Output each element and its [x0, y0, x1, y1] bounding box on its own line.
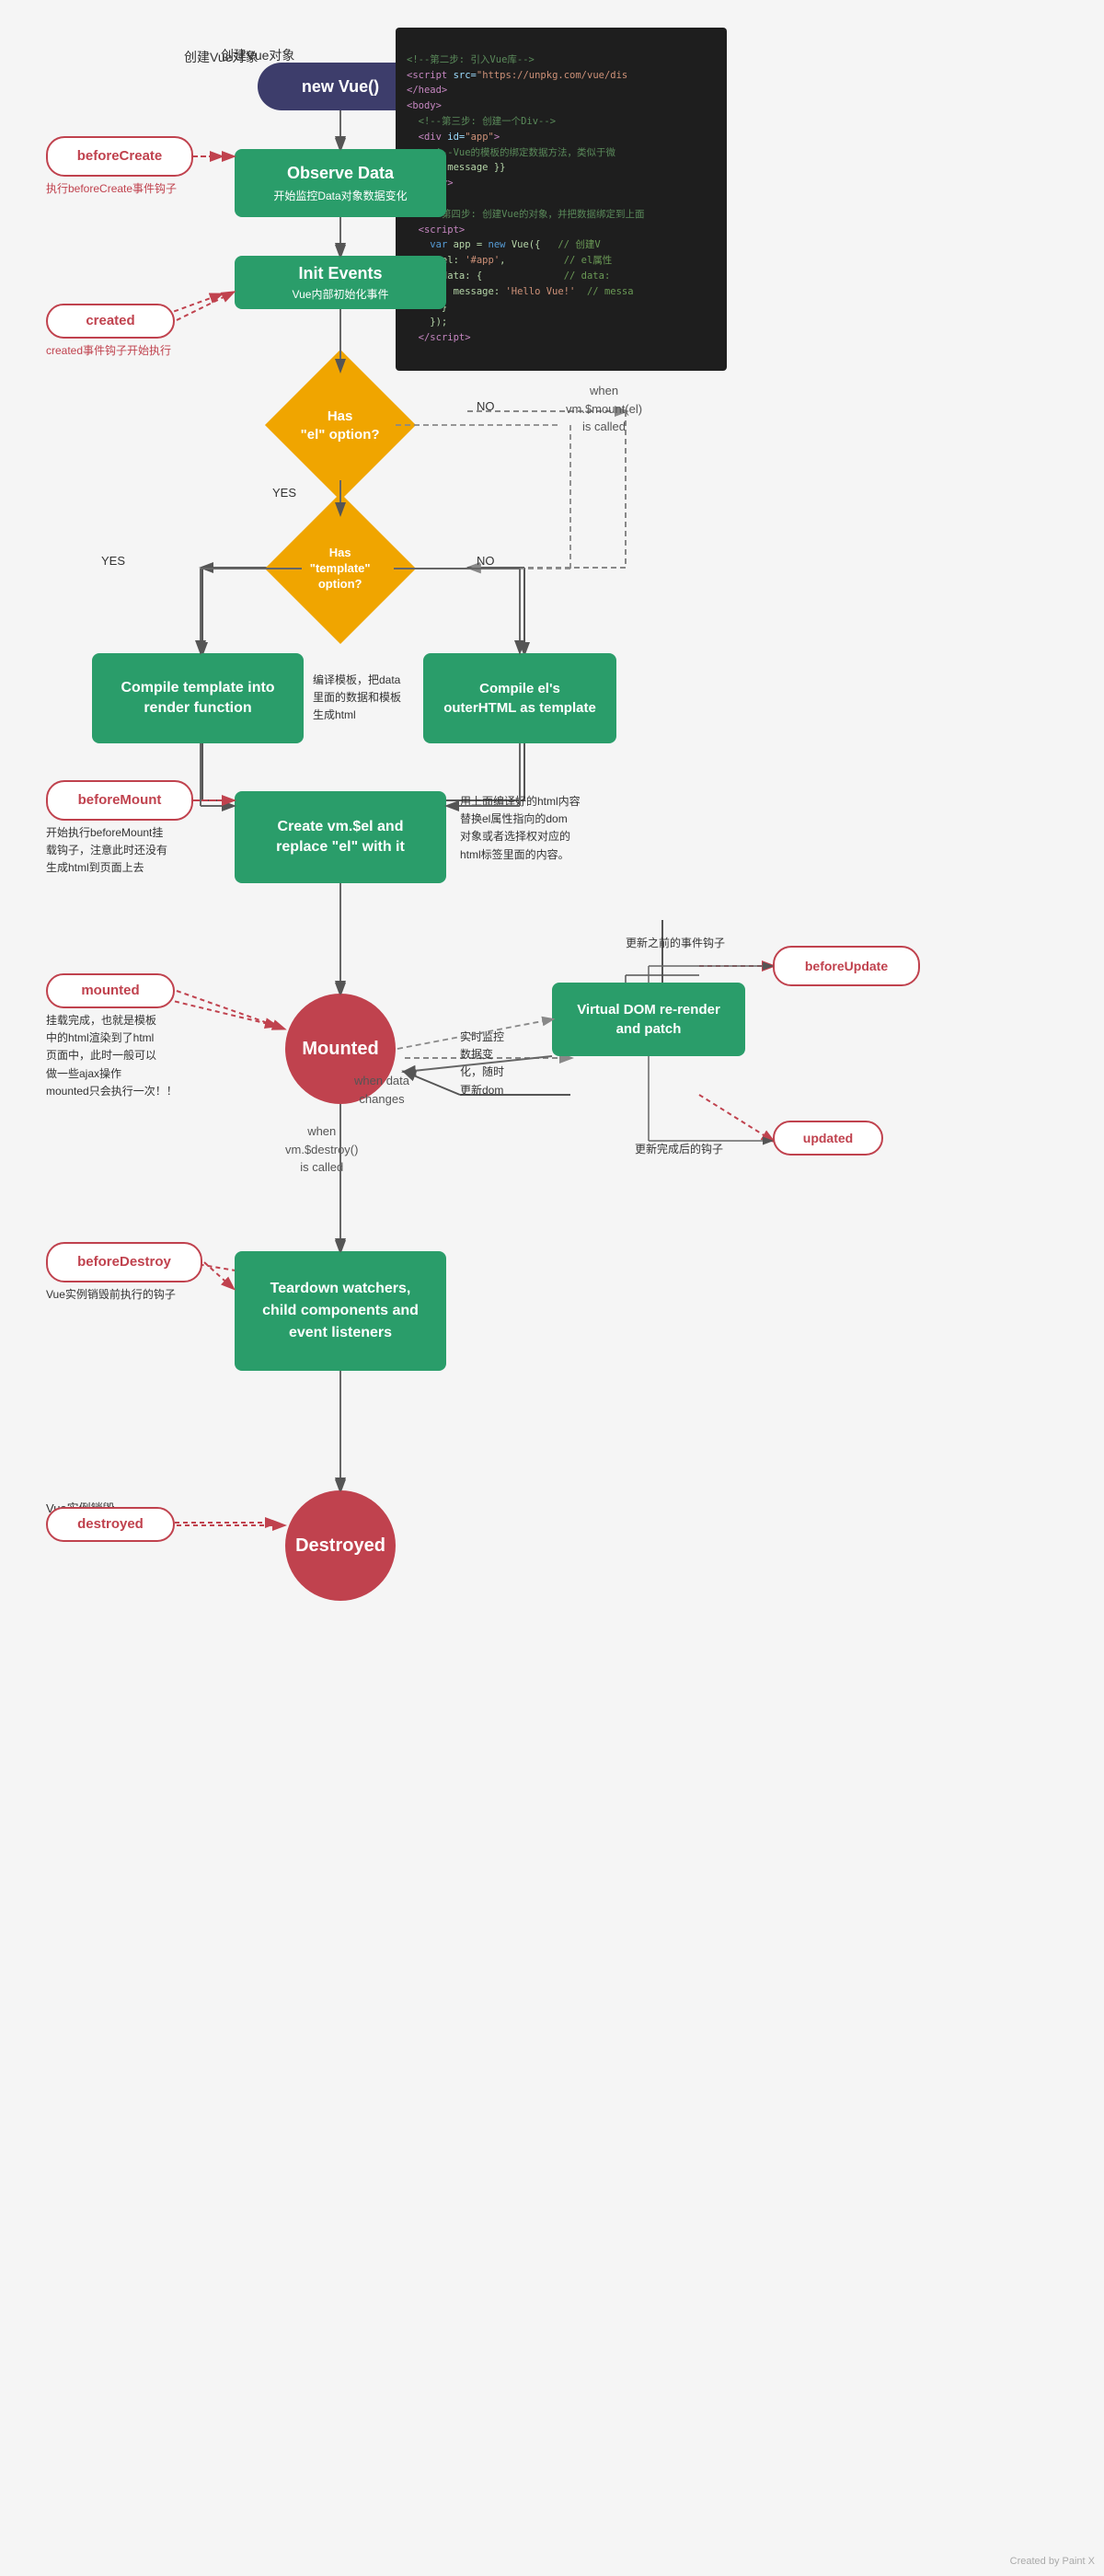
before-update-hook: beforeUpdate — [773, 946, 920, 986]
before-create-sub: 执行beforeCreate事件钩子 — [46, 180, 177, 197]
mounted-hook-sub: 挂载完成，也就是模板中的html渲染到了html页面中，此时一般可以做一些aja… — [46, 1012, 178, 1100]
realtime-label: 实时监控数据变化，随时更新dom — [460, 1029, 504, 1099]
created-hook: created — [46, 304, 175, 339]
created-sub: created事件钩子开始执行 — [46, 342, 171, 359]
no-label-1: NO — [477, 397, 495, 416]
yes-label-1: YES — [272, 484, 296, 502]
create-vm-label: 用上面编译好的html内容替换el属性指向的dom对象或者选择权对应的html标… — [460, 793, 581, 864]
before-mount-hook: beforeMount — [46, 780, 193, 821]
diagram-container: 创建Vue对象 创建Vue对象 new Vue() <!--第二步: 引入Vue… — [0, 0, 1104, 2576]
watermark: Created by Paint X — [1010, 2556, 1095, 2567]
observe-data-node: Observe Data 开始监控Data对象数据变化 — [235, 149, 446, 217]
before-update-sub: 更新之前的事件钩子 — [626, 935, 725, 951]
teardown-node: Teardown watchers, child components and … — [235, 1251, 446, 1371]
before-mount-sub: 开始执行beforeMount挂载钩子，注意此时还没有生成html到页面上去 — [46, 824, 167, 878]
updated-sub: 更新完成后的钩子 — [635, 1141, 723, 1157]
compile-el-node: Compile el's outerHTML as template — [423, 653, 616, 743]
when-destroy-label: whenvm.$destroy()is called — [285, 1122, 358, 1177]
before-create-hook: beforeCreate — [46, 136, 193, 177]
when-vm-mount-label: whenvm.$mount(el)is called — [566, 382, 642, 436]
virtual-dom-node: Virtual DOM re-render and patch — [552, 983, 745, 1056]
has-el-diamond: Has"el" option? — [265, 350, 416, 500]
create-vm-node: Create vm.$el and replace "el" with it — [235, 791, 446, 883]
compile-template-node: Compile template into render function — [92, 653, 304, 743]
compile-label: 编译模板，把data里面的数据和模板生成html — [313, 672, 401, 725]
yes-label-2: YES — [101, 552, 125, 570]
updated-hook: updated — [773, 1121, 883, 1156]
when-data-label: when datachanges — [354, 1072, 409, 1108]
before-destroy-hook: beforeDestroy — [46, 1242, 202, 1282]
destroyed-circle: Destroyed — [285, 1490, 396, 1601]
destroyed-hook: destroyed — [46, 1507, 175, 1542]
before-destroy-sub: Vue实例销毁前执行的钩子 — [46, 1286, 176, 1303]
mounted-hook: mounted — [46, 973, 175, 1008]
has-template-diamond: Has"template"option? — [265, 493, 416, 644]
no-label-2: NO — [477, 552, 495, 570]
init-events-node: Init Events Vue内部初始化事件 — [235, 256, 446, 309]
